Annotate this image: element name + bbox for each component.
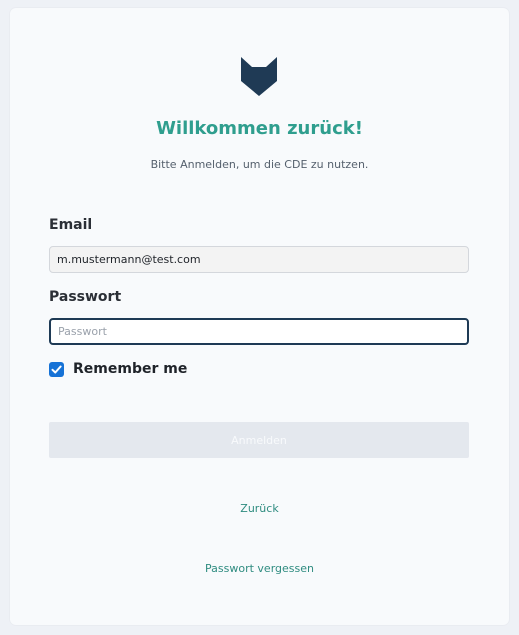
remember-me-label[interactable]: Remember me (73, 361, 187, 377)
login-button[interactable]: Anmelden (49, 422, 469, 458)
page-title: Willkommen zurück! (156, 118, 363, 139)
back-link[interactable]: Zurück (10, 502, 509, 515)
password-field[interactable] (49, 318, 469, 345)
checkmark-icon (51, 365, 62, 373)
forgot-password-link[interactable]: Passwort vergessen (10, 562, 509, 575)
remember-me-row: Remember me (49, 361, 187, 377)
password-label: Passwort (49, 289, 122, 305)
fox-logo-icon (239, 55, 279, 97)
email-field[interactable] (49, 246, 469, 273)
email-label: Email (49, 217, 93, 233)
login-card: Willkommen zurück! Bitte Anmelden, um di… (10, 8, 509, 625)
page-subtitle: Bitte Anmelden, um die CDE zu nutzen. (150, 158, 369, 171)
remember-me-checkbox[interactable] (49, 361, 64, 377)
